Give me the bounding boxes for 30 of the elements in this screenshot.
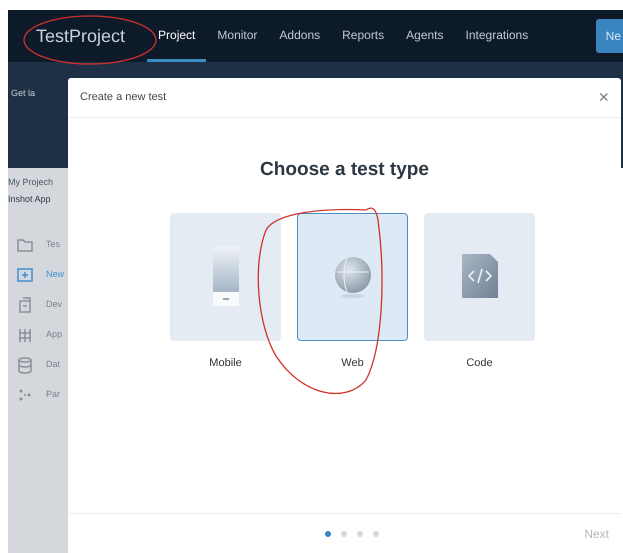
nav-tab[interactable]: Integrations [454,10,540,62]
globe-icon [332,254,372,298]
add-test-icon [16,266,34,284]
test-type-label: Code [466,356,493,370]
nav-tab[interactable]: Addons [268,10,332,62]
nav-tab[interactable]: Monitor [206,10,268,62]
new-button[interactable]: Ne [596,19,623,53]
phone-icon [212,246,240,308]
test-type-card[interactable] [170,212,281,340]
sidebar-item[interactable]: App [16,326,68,344]
dialog-title: Create a new test [80,90,166,106]
project-name: Inshot App [8,192,52,206]
dialog-heading: Choose a test type [260,158,429,182]
sidebar-item[interactable]: Dat [16,356,68,374]
project-label: My Projech [8,176,54,189]
nav-tab[interactable]: Reports [331,10,396,62]
grid-icon [16,326,34,344]
test-type-label: Mobile [209,356,242,370]
sidebar-item[interactable]: Par [16,386,68,404]
database-icon [16,356,34,374]
code-file-icon [460,254,500,300]
close-button[interactable]: × [598,84,609,111]
sidebar-item[interactable]: Dev [16,296,68,314]
sidebar-item[interactable]: New [16,266,68,284]
test-type-card[interactable] [297,212,408,340]
sidebar-item[interactable]: Tes [16,236,68,254]
nav-tab[interactable]: Agents [395,10,455,62]
test-type-label: Web [341,356,364,370]
test-type-card[interactable] [424,212,535,340]
banner-text: Get la [11,88,36,98]
